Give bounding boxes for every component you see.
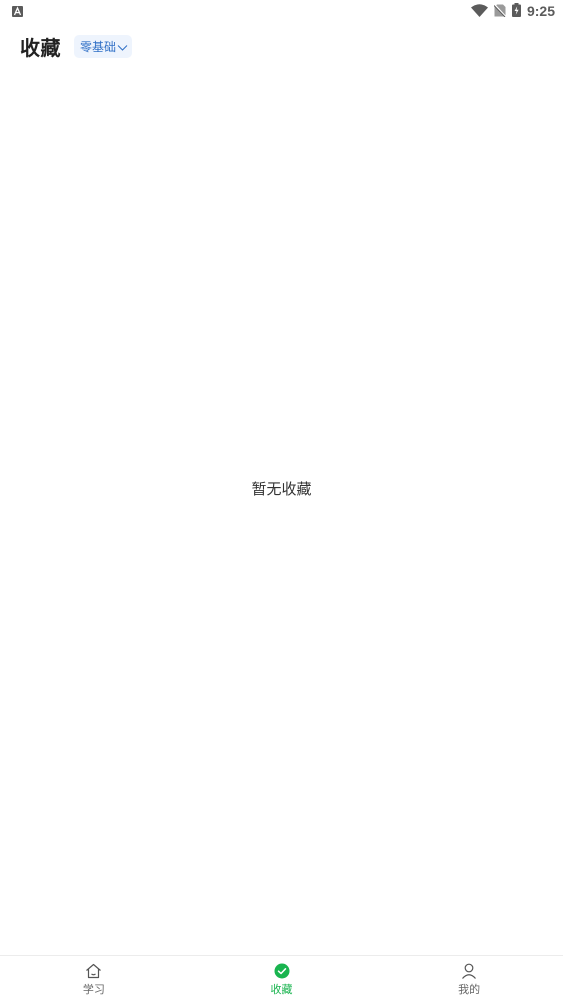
- a-keyboard-icon: [12, 2, 23, 21]
- nav-label-mine: 我的: [458, 983, 481, 996]
- level-select-label: 零基础: [80, 39, 117, 54]
- no-sim-icon: [493, 2, 507, 21]
- nav-item-favorites[interactable]: 收藏: [188, 956, 376, 1002]
- home-icon: [85, 962, 102, 979]
- page-title: 收藏: [20, 35, 61, 60]
- level-select-dropdown[interactable]: 零基础: [74, 34, 133, 58]
- chevron-down-icon: [117, 37, 128, 56]
- status-bar-right: 9:25: [470, 2, 555, 21]
- person-icon: [461, 962, 477, 979]
- wifi-icon: [470, 2, 488, 21]
- battery-charging-icon: [511, 2, 521, 21]
- header: 收藏 零基础: [20, 30, 133, 62]
- status-bar: 9:25: [0, 0, 563, 22]
- nav-label-study: 学习: [82, 983, 105, 996]
- nav-item-mine[interactable]: 我的: [375, 956, 563, 1002]
- nav-label-favorites: 收藏: [270, 983, 293, 996]
- bottom-nav: 学习 收藏 我的: [0, 955, 563, 1002]
- empty-state-text: 暂无收藏: [251, 480, 312, 498]
- check-circle-icon: [274, 962, 290, 979]
- status-bar-left: [12, 2, 23, 21]
- status-time: 9:25: [526, 3, 555, 19]
- nav-item-study[interactable]: 学习: [0, 956, 188, 1002]
- screen: 9:25 收藏 零基础 暂无收藏 学习 收藏 我的: [0, 0, 563, 1002]
